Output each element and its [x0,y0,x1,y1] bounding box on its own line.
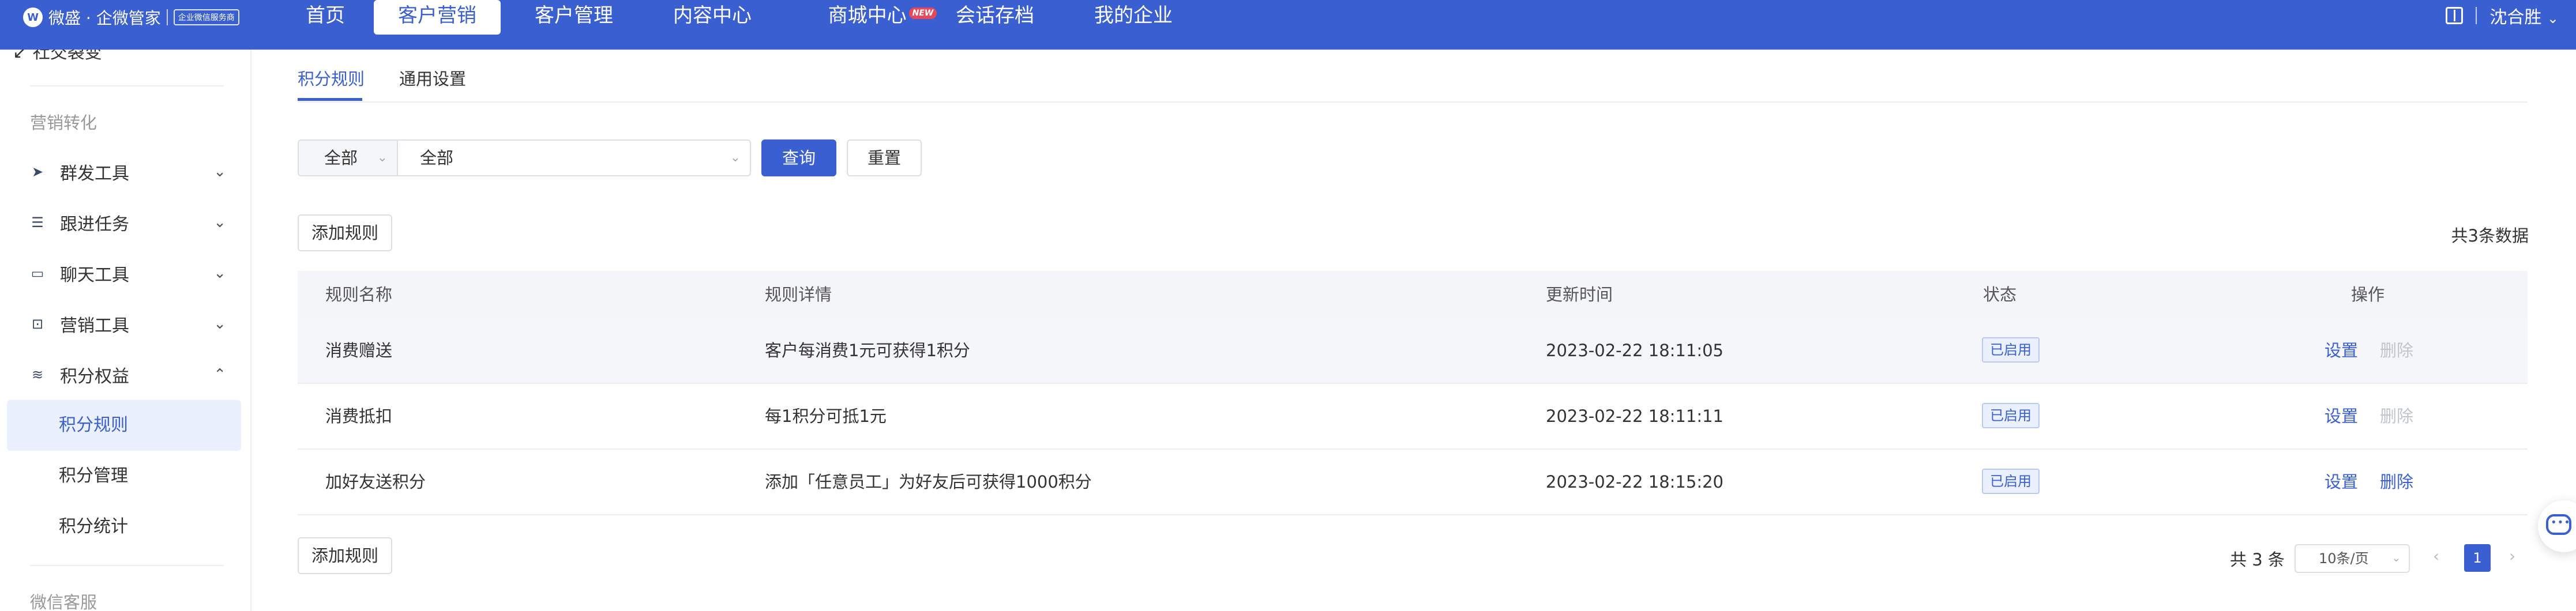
task-list-icon: ☰ [31,214,44,231]
chat-icon: ▭ [31,265,44,281]
help-book-icon[interactable] [2446,7,2464,24]
chevron-down-icon: ⌄ [730,150,741,165]
dots-icon: ••• [2551,516,2571,529]
pagination-total: 共 3 条 [2230,550,2285,569]
rule-detail: 客户每消费1元可获得1积分 [765,341,970,360]
nav-customer-marketing[interactable]: 客户营销 [374,0,501,35]
reset-button[interactable]: 重置 [847,139,922,176]
tab-general-settings[interactable]: 通用设置 [399,66,466,90]
next-page-icon[interactable]: › [2509,546,2515,565]
delete-link: 删除 [2380,341,2414,360]
rule-updated-time: 2023-02-22 18:11:11 [1546,406,1723,426]
chevron-down-icon: ⌄ [213,315,226,333]
nav-home[interactable]: 首页 [296,0,354,31]
brand-logo-icon: W [23,7,43,27]
settings-link[interactable]: 设置 [2325,318,2358,383]
tabs-divider [298,101,2528,103]
rule-name: 加好友送积分 [325,472,426,492]
rule-name: 消费抵扣 [325,406,393,426]
rule-name: 消费赠送 [325,341,393,360]
user-area: 沈合胜 ⌄ [2446,0,2559,31]
rule-select[interactable]: 全部 ⌄ [397,139,751,176]
nav-my-enterprise[interactable]: 我的企业 [1090,0,1177,31]
table-header: 规则名称 规则详情 更新时间 状态 操作 [298,271,2528,318]
column-header-name: 规则名称 [325,285,393,304]
sidebar-section-title: 微信客服 [30,593,97,611]
chevron-down-icon: ⌄ [2391,552,2401,564]
sidebar-item-social-fission[interactable]: ↙ 社交裂变 [13,50,102,63]
table-row: 消费抵扣 每1积分可抵1元 2023-02-22 18:11:11 已启用 设置… [298,384,2528,450]
settings-link[interactable]: 设置 [2325,384,2358,448]
user-name: 沈合胜 [2489,7,2542,28]
chevron-down-icon: ⌄ [377,150,388,165]
chevron-down-icon: ⌄ [2547,10,2559,27]
column-header-actions: 操作 [2351,285,2385,304]
nav-mall-center-label: 商城中心 [828,4,907,27]
column-header-detail: 规则详情 [765,285,832,304]
delete-link: 删除 [2380,406,2414,426]
page-number-current[interactable]: 1 [2464,544,2491,572]
sidebar-item-chat-tools[interactable]: ▭ 聊天工具 ⌄ [7,248,241,299]
column-header-status: 状态 [1983,285,2017,304]
status-badge: 已启用 [1982,403,2040,428]
status-badge: 已启用 [1982,469,2040,494]
sidebar-item-broadcast-tools[interactable]: ➤ 群发工具 ⌄ [7,146,241,197]
app-logo[interactable]: W 微盛 · 企微管家 企业微信服务商 [23,5,239,30]
chevron-up-icon: ⌃ [213,366,226,383]
settings-link[interactable]: 设置 [2325,450,2358,514]
active-tab-indicator [298,98,362,101]
send-icon: ➤ [31,164,44,180]
top-navbar: W 微盛 · 企微管家 企业微信服务商 首页 客户营销 客户管理 内容中心 商城… [0,0,2576,50]
sidebar-subitem-points-management[interactable]: 积分管理 [7,451,241,501]
app-logo-text: 微盛 · 企微管家 [48,9,161,28]
prev-page-icon[interactable]: ‹ [2433,546,2439,565]
user-menu[interactable]: 沈合胜 ⌄ [2489,3,2559,28]
sidebar-divider [30,565,224,566]
delete-link[interactable]: 删除 [2380,450,2413,514]
table-row: 加好友送积分 添加「任意员工」为好友后可获得1000积分 2023-02-22 … [298,450,2528,515]
chevron-down-icon: ⌄ [213,265,226,282]
add-rule-button-bottom[interactable]: 添加规则 [298,537,392,574]
nav-customer-management[interactable]: 客户管理 [531,0,617,31]
chevron-down-icon: ⌄ [213,214,226,231]
user-divider [2476,7,2477,24]
sidebar-divider [30,85,224,86]
sidebar-item-marketing-tools[interactable]: ⊡ 营销工具 ⌄ [7,299,241,349]
sidebar-subitem-points-statistics[interactable]: 积分统计 [7,501,241,552]
rule-detail: 每1积分可抵1元 [765,406,887,426]
nav-chat-archive[interactable]: 会话存档 [952,0,1038,31]
total-count-text: 共3条数据 [2451,226,2529,246]
collapsed-arrow-icon: ↙ [13,50,28,63]
rule-updated-time: 2023-02-22 18:15:20 [1546,472,1723,492]
rule-updated-time: 2023-02-22 18:11:05 [1546,341,1723,360]
customer-service-float-button[interactable]: ••• [2538,500,2576,552]
sidebar-section-title: 营销转化 [30,113,97,133]
sidebar: ↙ 社交裂变 营销转化 ➤ 群发工具 ⌄ ☰ 跟进任务 ⌄ ▭ 聊天工具 ⌄ ⊡… [0,50,251,611]
status-badge: 已启用 [1982,337,2040,363]
column-header-updated: 更新时间 [1546,285,1613,304]
sidebar-subitem-points-rules[interactable]: 积分规则 [7,400,241,451]
table-row: 消费赠送 客户每消费1元可获得1积分 2023-02-22 18:11:05 已… [298,318,2528,384]
nav-content-center[interactable]: 内容中心 [669,0,756,31]
nav-mall-center[interactable]: 商城中心 NEW [813,0,952,31]
query-button[interactable]: 查询 [761,139,836,176]
sidebar-item-follow-up-tasks[interactable]: ☰ 跟进任务 ⌄ [7,197,241,248]
marketing-icon: ⊡ [31,316,44,332]
sidebar-item-points-benefits[interactable]: ≋ 积分权益 ⌃ [7,349,241,400]
tab-points-rules[interactable]: 积分规则 [298,66,365,90]
coins-icon: ≋ [31,367,44,383]
rule-detail: 添加「任意员工」为好友后可获得1000积分 [765,472,1092,492]
logo-divider [166,9,168,25]
add-rule-button[interactable]: 添加规则 [298,214,392,251]
chevron-down-icon: ⌄ [213,163,226,180]
partner-badge: 企业微信服务商 [173,9,239,25]
page-size-select[interactable]: 10条/页 ⌄ [2295,544,2410,573]
new-badge: NEW [908,7,937,19]
status-select[interactable]: 全部 ⌄ [298,139,397,176]
